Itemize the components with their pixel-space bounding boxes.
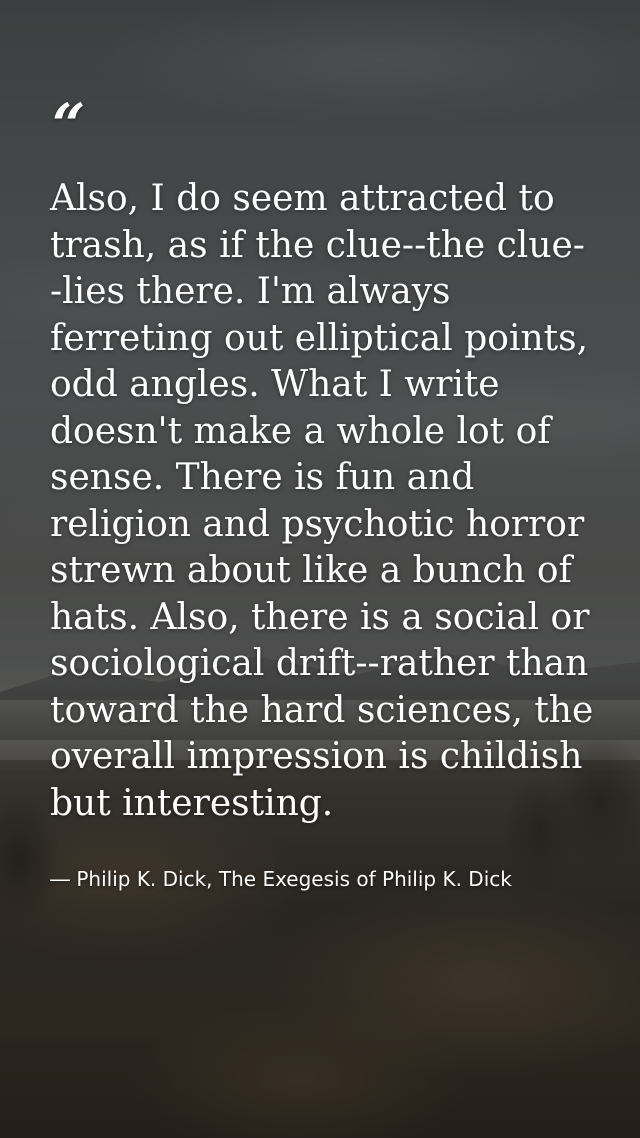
quote-attribution: ― Philip K. Dick, The Exegesis of Philip… (50, 867, 512, 891)
open-quote-icon: “ (52, 91, 86, 159)
quote-card: “ Also, I do seem attracted to trash, as… (50, 96, 595, 893)
quote-text: Also, I do seem attracted to trash, as i… (50, 178, 594, 824)
